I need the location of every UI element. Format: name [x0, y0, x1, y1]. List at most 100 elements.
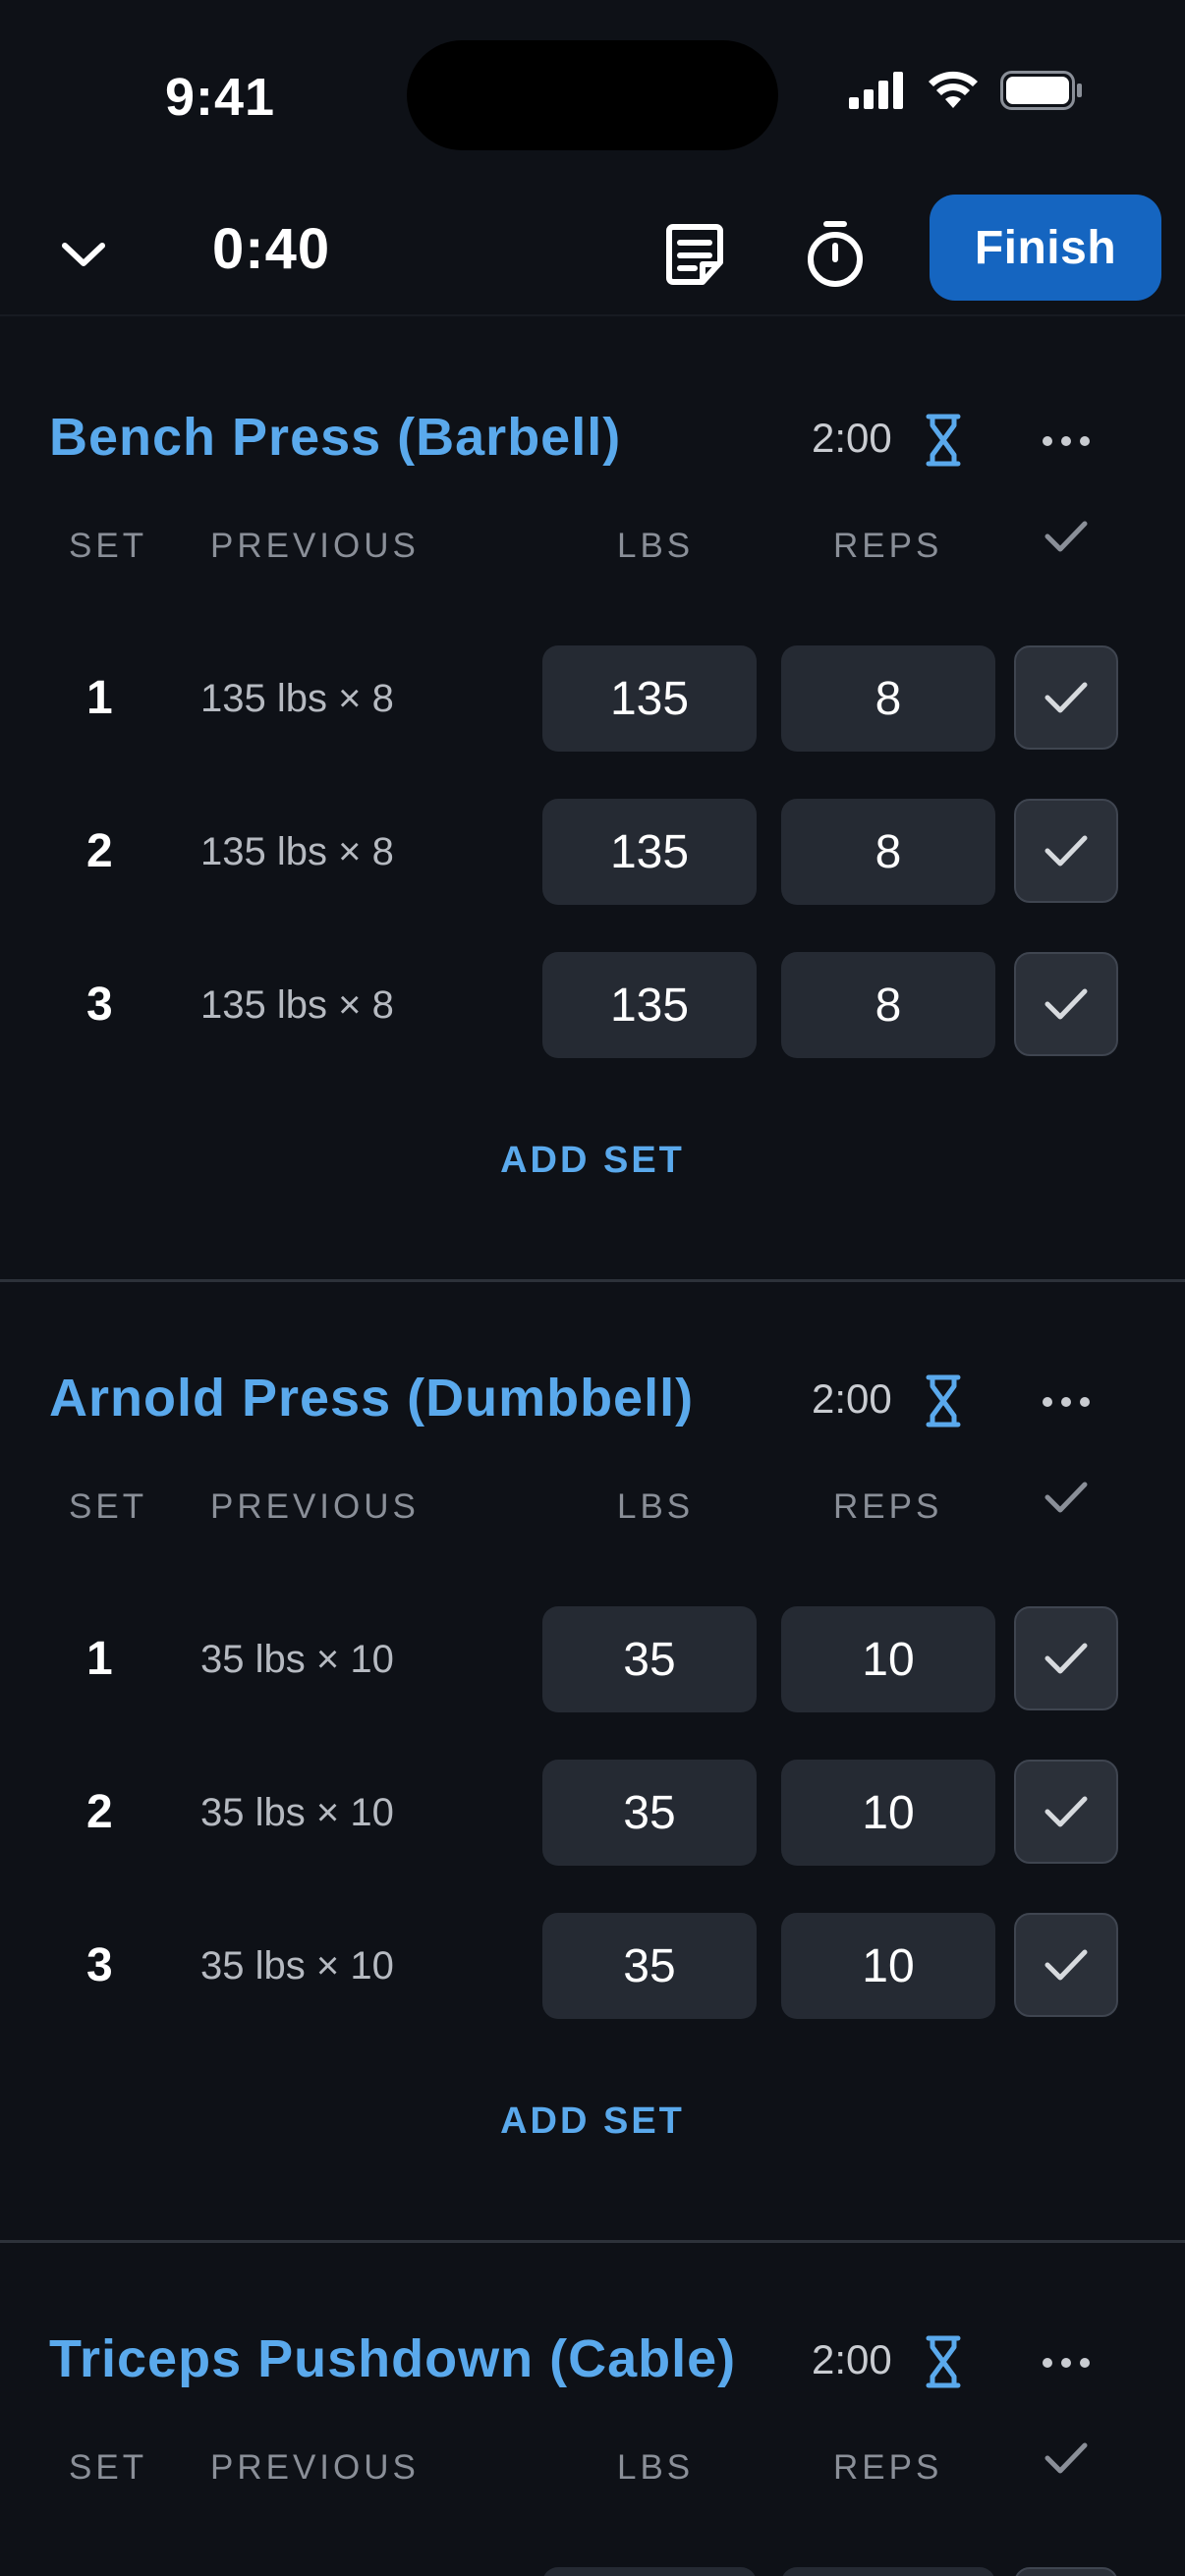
header-check-icon [1044, 519, 1089, 563]
header-previous: PREVIOUS [210, 2448, 420, 2487]
header-reps: REPS [833, 1487, 943, 1526]
battery-icon [1000, 71, 1083, 115]
reps-input[interactable]: 10 [781, 1913, 995, 2019]
column-headers: SET PREVIOUS LBS REPS [0, 2440, 1185, 2499]
weight-input[interactable] [542, 2567, 757, 2576]
weight-input[interactable]: 135 [542, 799, 757, 905]
complete-set-button[interactable] [1014, 952, 1118, 1056]
checkmark-icon [1044, 682, 1088, 713]
section-divider [0, 1279, 1185, 1282]
previous-value[interactable]: 35 lbs × 10 [200, 1944, 394, 1988]
more-options-icon[interactable] [1034, 2338, 1099, 2387]
previous-value[interactable]: 135 lbs × 8 [200, 983, 394, 1028]
workout-toolbar: 0:40 Finish [0, 187, 1185, 316]
previous-value[interactable]: 35 lbs × 10 [200, 1791, 394, 1835]
set-number[interactable]: 1 [86, 671, 113, 725]
complete-set-button[interactable] [1014, 1606, 1118, 1710]
previous-value[interactable]: 135 lbs × 8 [200, 830, 394, 874]
rest-timer-button[interactable] [799, 218, 872, 291]
header-lbs: LBS [617, 1487, 695, 1526]
header-reps: REPS [833, 527, 943, 565]
reps-input[interactable] [781, 2567, 995, 2576]
rest-duration[interactable]: 2:00 [812, 1375, 892, 1423]
wifi-icon [928, 71, 979, 115]
set-number[interactable]: 2 [86, 824, 113, 878]
exercise-header: Triceps Pushdown (Cable) 2:00 [0, 2305, 1185, 2413]
collapse-button[interactable] [49, 220, 118, 289]
rest-duration[interactable]: 2:00 [812, 2336, 892, 2383]
set-row: 1 35 lbs × 10 35 10 [0, 1606, 1185, 1712]
header-set: SET [69, 1487, 148, 1526]
set-row: 1 135 lbs × 8 135 8 [0, 645, 1185, 752]
column-headers: SET PREVIOUS LBS REPS [0, 1480, 1185, 1539]
hourglass-icon[interactable] [924, 2334, 963, 2389]
reps-input[interactable]: 8 [781, 952, 995, 1058]
set-number[interactable]: 3 [86, 1938, 113, 1992]
exercise-title[interactable]: Arnold Press (Dumbbell) [49, 1368, 694, 1428]
reps-input[interactable]: 10 [781, 1760, 995, 1866]
chevron-down-icon [62, 243, 105, 266]
exercise-card: Arnold Press (Dumbbell) 2:00 SET PREVIOU… [0, 1344, 1185, 2238]
section-divider [0, 2240, 1185, 2243]
elapsed-timer: 0:40 [212, 217, 331, 281]
exercise-title[interactable]: Bench Press (Barbell) [49, 407, 621, 468]
rest-duration[interactable]: 2:00 [812, 415, 892, 462]
more-options-icon[interactable] [1034, 417, 1099, 466]
finish-button[interactable]: Finish [930, 195, 1161, 301]
notes-icon [666, 224, 723, 285]
weight-input[interactable]: 135 [542, 952, 757, 1058]
hourglass-icon[interactable] [924, 1373, 963, 1428]
exercise-card: Triceps Pushdown (Cable) 2:00 SET PREVIO… [0, 2305, 1185, 2576]
cellular-signal-icon [849, 72, 906, 114]
reps-input[interactable]: 10 [781, 1606, 995, 1712]
header-lbs: LBS [617, 2448, 695, 2487]
weight-input[interactable]: 35 [542, 1760, 757, 1866]
status-time: 9:41 [165, 68, 276, 127]
set-row: 3 135 lbs × 8 135 8 [0, 952, 1185, 1058]
header-set: SET [69, 2448, 148, 2487]
complete-set-button[interactable] [1014, 1913, 1118, 2017]
add-set-button[interactable]: ADD SET [0, 2100, 1185, 2143]
header-check-icon [1044, 2440, 1089, 2485]
set-row: 2 35 lbs × 10 35 10 [0, 1760, 1185, 1866]
header-reps: REPS [833, 2448, 943, 2487]
set-number[interactable]: 3 [86, 978, 113, 1032]
stopwatch-icon [808, 221, 863, 287]
status-icons [849, 71, 1083, 115]
reps-input[interactable]: 8 [781, 799, 995, 905]
set-row: 2 135 lbs × 8 135 8 [0, 799, 1185, 905]
weight-input[interactable]: 35 [542, 1913, 757, 2019]
previous-value[interactable]: 35 lbs × 10 [200, 1638, 394, 1682]
checkmark-icon [1044, 988, 1088, 1020]
complete-set-button[interactable] [1014, 2567, 1118, 2576]
add-set-button[interactable]: ADD SET [0, 1140, 1185, 1182]
reps-input[interactable]: 8 [781, 645, 995, 752]
exercise-title[interactable]: Triceps Pushdown (Cable) [49, 2328, 736, 2389]
dynamic-island [407, 40, 778, 150]
weight-input[interactable]: 35 [542, 1606, 757, 1712]
complete-set-button[interactable] [1014, 1760, 1118, 1864]
checkmark-icon [1044, 835, 1088, 867]
checkmark-icon [1044, 1796, 1088, 1827]
set-row [0, 2567, 1185, 2576]
hourglass-icon[interactable] [924, 413, 963, 468]
previous-value[interactable]: 135 lbs × 8 [200, 677, 394, 721]
header-lbs: LBS [617, 527, 695, 565]
notes-button[interactable] [658, 218, 731, 291]
checkmark-icon [1044, 1643, 1088, 1674]
header-check-icon [1044, 1480, 1089, 1524]
complete-set-button[interactable] [1014, 645, 1118, 750]
more-options-icon[interactable] [1034, 1377, 1099, 1427]
exercise-header: Arnold Press (Dumbbell) 2:00 [0, 1344, 1185, 1452]
complete-set-button[interactable] [1014, 799, 1118, 903]
set-number[interactable]: 1 [86, 1632, 113, 1686]
header-previous: PREVIOUS [210, 527, 420, 565]
weight-input[interactable]: 135 [542, 645, 757, 752]
header-previous: PREVIOUS [210, 1487, 420, 1526]
column-headers: SET PREVIOUS LBS REPS [0, 519, 1185, 578]
set-number[interactable]: 2 [86, 1785, 113, 1839]
set-row: 3 35 lbs × 10 35 10 [0, 1913, 1185, 2019]
exercise-card: Bench Press (Barbell) 2:00 SET PREVIOUS … [0, 383, 1185, 1277]
status-bar: 9:41 [0, 0, 1185, 187]
checkmark-icon [1044, 1949, 1088, 1981]
